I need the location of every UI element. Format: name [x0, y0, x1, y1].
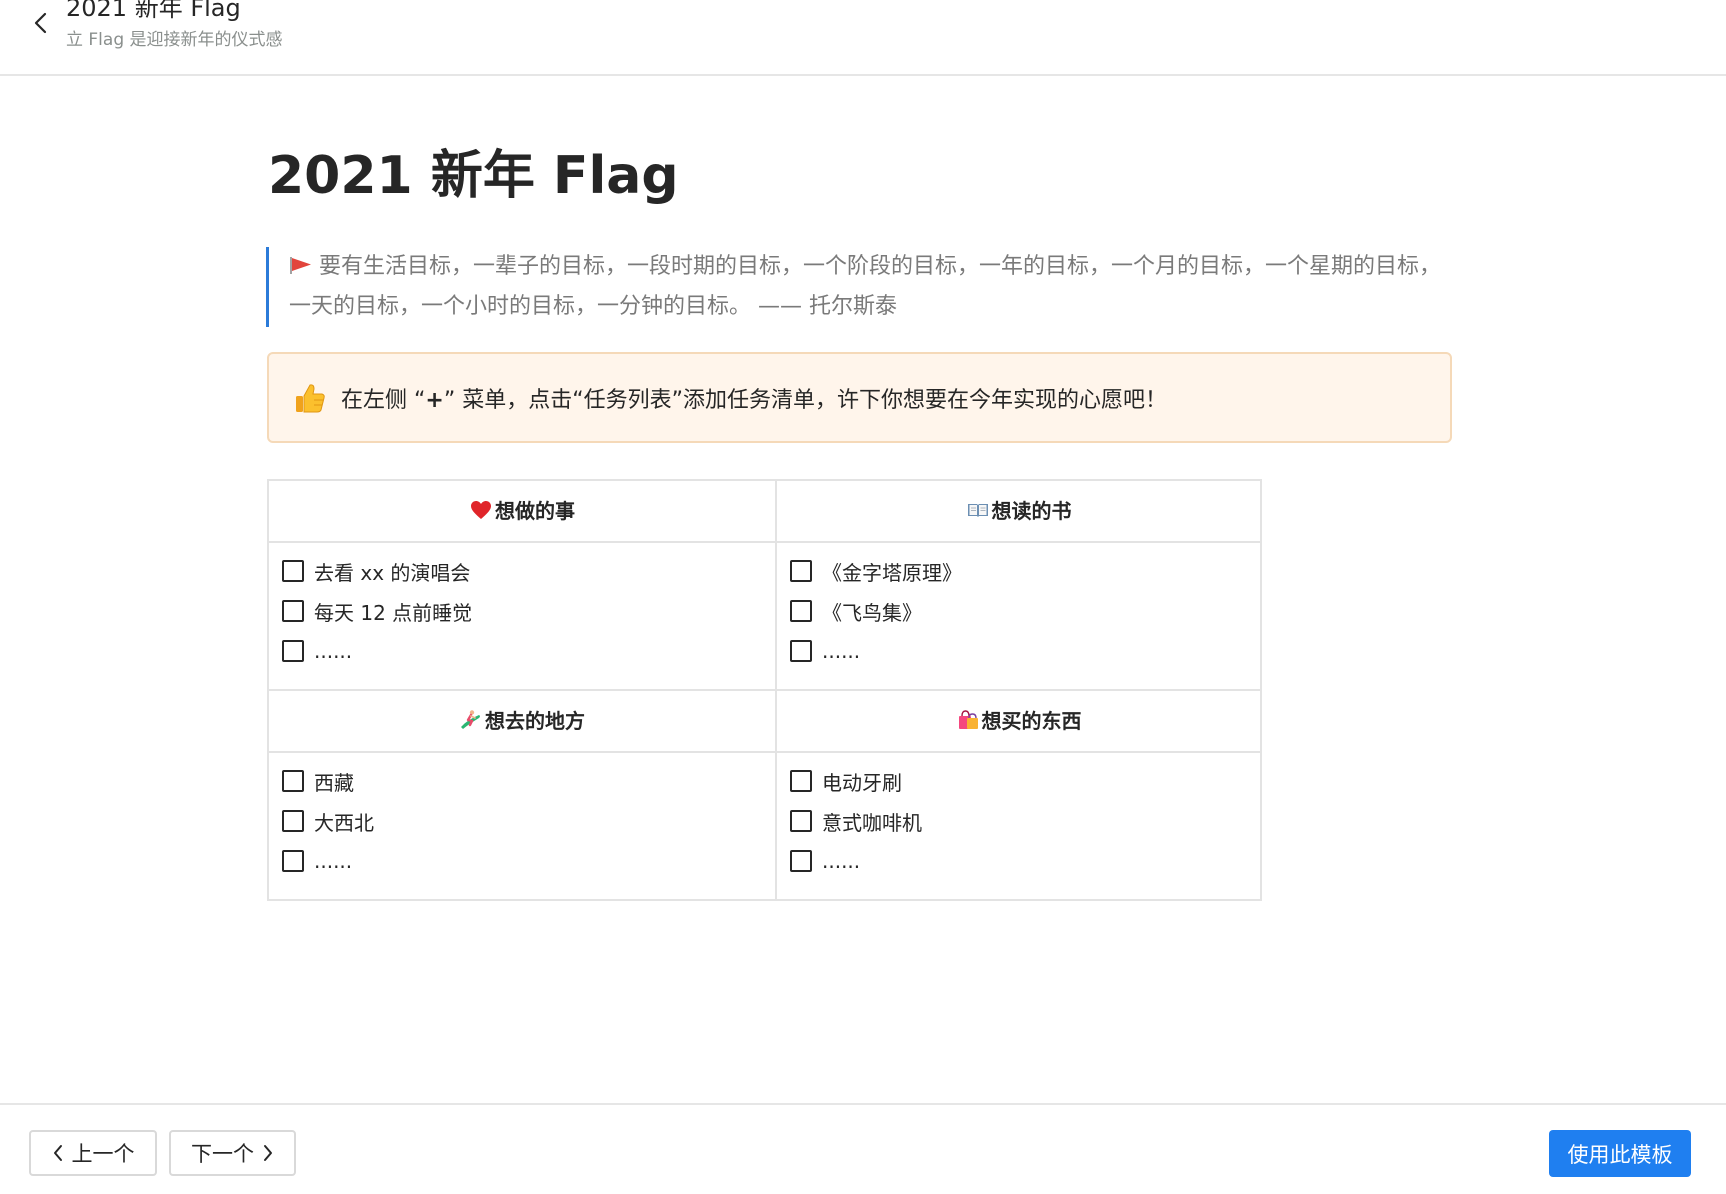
task-label: 意式咖啡机 [822, 810, 922, 835]
task-label: 每天 12 点前睡觉 [314, 600, 473, 625]
red-flag-icon [290, 257, 311, 274]
task-checkbox[interactable] [790, 850, 812, 872]
thumbs-up-icon [296, 383, 325, 412]
header-title: 2021 新年 Flag [66, 0, 241, 22]
task-label: 电动牙刷 [822, 770, 902, 795]
table-header-row: 想去的地方 想买的东西 [267, 689, 1262, 753]
list-item: 电动牙刷 [777, 761, 1260, 801]
callout-text-start: 在左侧 “ [341, 387, 426, 413]
header-label: 想去的地方 [485, 709, 585, 734]
list-item: 《飞鸟集》 [777, 591, 1260, 631]
next-button[interactable]: 下一个 [169, 1130, 296, 1176]
things-to-do-list: 去看 xx 的演唱会 每天 12 点前睡觉 ...... [267, 541, 777, 691]
header-places-to-go: 想去的地方 [267, 689, 777, 753]
task-label: ...... [314, 849, 353, 873]
previous-label: 上一个 [71, 1142, 135, 1166]
chevron-left-icon [34, 12, 47, 34]
task-label: ...... [822, 849, 861, 873]
back-button[interactable] [26, 6, 56, 40]
callout-text: 在左侧 “+” 菜单，点击“任务列表”添加任务清单，许下你想要在今年实现的心愿吧… [341, 382, 1167, 414]
use-template-button[interactable]: 使用此模板 [1549, 1130, 1691, 1177]
header-things-to-buy: 想买的东西 [775, 689, 1262, 753]
list-item: 大西北 [269, 801, 775, 841]
task-checkbox[interactable] [790, 810, 812, 832]
task-checkbox[interactable] [790, 600, 812, 622]
quote-text: 要有生活目标，一辈子的目标，一段时期的目标，一个阶段的目标，一年的目标，一个月的… [289, 254, 1442, 319]
task-checkbox[interactable] [282, 600, 304, 622]
task-checkbox[interactable] [282, 810, 304, 832]
flag-table: 想做的事 想读的书 去看 xx 的演唱会 每天 12 点前睡觉 ...... 《… [267, 479, 1262, 901]
task-label: 《金字塔原理》 [822, 560, 962, 585]
header-label: 想买的东西 [981, 709, 1082, 734]
task-label: ...... [822, 639, 861, 663]
table-header-row: 想做的事 想读的书 [267, 479, 1262, 543]
task-checkbox[interactable] [790, 560, 812, 582]
task-label: 《飞鸟集》 [822, 600, 922, 625]
previous-button[interactable]: 上一个 [29, 1130, 157, 1176]
header-bar: 2021 新年 Flag 立 Flag 是迎接新年的仪式感 [0, 0, 1726, 76]
task-label: 西藏 [314, 770, 354, 795]
quote-block: 要有生活目标，一辈子的目标，一段时期的目标，一个阶段的目标，一年的目标，一个月的… [266, 247, 1454, 327]
task-checkbox[interactable] [282, 560, 304, 582]
surfer-icon [461, 710, 480, 729]
list-item: 《金字塔原理》 [777, 551, 1260, 591]
page-title: 2021 新年 Flag [268, 146, 679, 206]
list-item: ...... [269, 841, 775, 881]
header-things-to-do: 想做的事 [267, 479, 777, 543]
list-item: ...... [777, 841, 1260, 881]
list-item: ...... [777, 631, 1260, 671]
header-label: 想读的书 [991, 499, 1072, 524]
task-label: 大西北 [314, 810, 374, 835]
list-item: 去看 xx 的演唱会 [269, 551, 775, 591]
task-checkbox[interactable] [282, 850, 304, 872]
task-checkbox[interactable] [282, 770, 304, 792]
task-checkbox[interactable] [790, 770, 812, 792]
red-heart-icon [471, 500, 491, 519]
task-checkbox[interactable] [282, 640, 304, 662]
header-books-to-read: 想读的书 [775, 479, 1262, 543]
chevron-left-icon [53, 1145, 62, 1161]
list-item: 西藏 [269, 761, 775, 801]
table-row: 西藏 大西北 ...... 电动牙刷 意式咖啡机 ...... [267, 751, 1262, 901]
things-to-buy-list: 电动牙刷 意式咖啡机 ...... [775, 751, 1262, 901]
list-item: 意式咖啡机 [777, 801, 1260, 841]
next-label: 下一个 [191, 1142, 254, 1166]
callout-text-end: ” 菜单，点击“任务列表”添加任务清单，许下你想要在今年实现的心愿吧！ [443, 387, 1168, 413]
task-label: ...... [314, 639, 353, 663]
table-row: 去看 xx 的演唱会 每天 12 点前睡觉 ...... 《金字塔原理》 《飞鸟… [267, 541, 1262, 691]
list-item: 每天 12 点前睡觉 [269, 591, 775, 631]
callout-box: 在左侧 “+” 菜单，点击“任务列表”添加任务清单，许下你想要在今年实现的心愿吧… [267, 352, 1452, 443]
open-book-icon [967, 503, 988, 517]
chevron-right-icon [264, 1145, 272, 1161]
books-to-read-list: 《金字塔原理》 《飞鸟集》 ...... [775, 541, 1262, 691]
shopping-bags-icon [958, 710, 978, 729]
header-subtitle: 立 Flag 是迎接新年的仪式感 [66, 30, 283, 50]
header-label: 想做的事 [495, 499, 575, 524]
task-label: 去看 xx 的演唱会 [314, 560, 471, 585]
list-item: ...... [269, 631, 775, 671]
places-to-go-list: 西藏 大西北 ...... [267, 751, 777, 901]
plus-symbol: + [425, 387, 444, 413]
task-checkbox[interactable] [790, 640, 812, 662]
footer-bar: 上一个 下一个 使用此模板 [0, 1103, 1726, 1194]
